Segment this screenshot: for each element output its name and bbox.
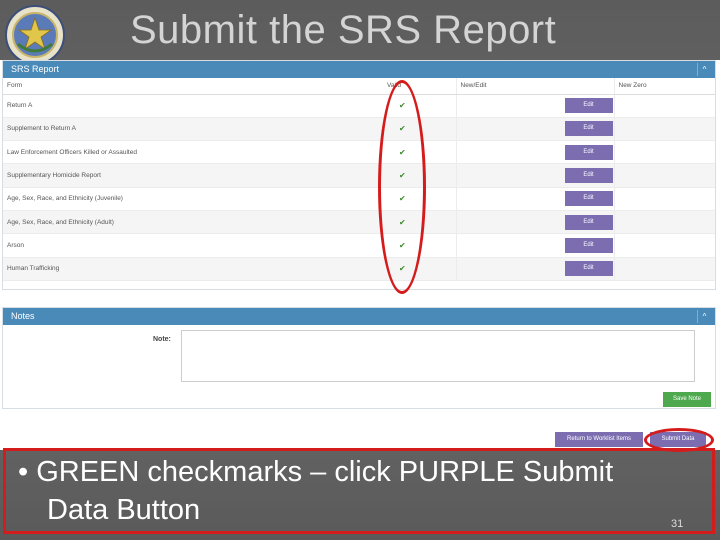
bullet-text-line-2: Data Button (47, 494, 201, 526)
column-header-new-edit: New/Edit (456, 78, 615, 95)
collapse-chevron-icon[interactable]: ^ (697, 63, 711, 76)
table-row: Law Enforcement Officers Killed or Assau… (3, 140, 715, 165)
edit-button[interactable]: Edit (564, 191, 613, 207)
edit-button[interactable]: Edit (564, 121, 613, 137)
new-zero-cell (614, 94, 715, 118)
form-name-cell: Human Trafficking (3, 257, 383, 281)
column-header-new-zero: New Zero (614, 78, 715, 95)
table-row: Supplement to Return A ✔ Edit (3, 117, 715, 142)
valid-column-highlight-oval (378, 80, 426, 294)
note-textarea[interactable] (181, 330, 695, 382)
table-row: Human Trafficking ✔ Edit (3, 257, 715, 281)
new-zero-cell (614, 140, 715, 165)
notes-panel-title: Notes (11, 311, 35, 321)
form-name-cell: Arson (3, 233, 383, 258)
bullet-text-line-1: • GREEN checkmarks – click PURPLE Submit (18, 456, 613, 489)
new-zero-cell (614, 257, 715, 281)
bullet-mark: • (18, 456, 29, 488)
form-name-cell: Supplementary Homicide Report (3, 163, 383, 188)
table-header-row: Form Valid New/Edit New Zero (3, 78, 715, 95)
srs-forms-table: Form Valid New/Edit New Zero Return A ✔ … (3, 78, 715, 281)
save-note-button[interactable]: Save Note (663, 392, 711, 407)
new-zero-cell (614, 187, 715, 211)
form-name-cell: Supplement to Return A (3, 117, 383, 142)
table-row: Age, Sex, Race, and Ethnicity (Adult) ✔ … (3, 210, 715, 235)
edit-button[interactable]: Edit (564, 168, 613, 184)
return-to-worklist-button[interactable]: Return to Worklist Items (555, 432, 643, 447)
srs-panel-title: SRS Report (11, 64, 60, 74)
edit-button[interactable]: Edit (564, 144, 613, 160)
table-row: Age, Sex, Race, and Ethnicity (Juvenile)… (3, 187, 715, 211)
form-name-cell: Return A (3, 94, 383, 118)
new-zero-cell (614, 210, 715, 235)
slide-title: Submit the SRS Report (130, 8, 557, 52)
table-row: Arson ✔ Edit (3, 233, 715, 258)
notes-panel: Notes ^ Note: Save Note (2, 307, 716, 409)
column-header-form: Form (3, 78, 383, 95)
new-zero-cell (614, 117, 715, 142)
texas-seal-logo (5, 5, 65, 65)
table-row: Supplementary Homicide Report ✔ Edit (3, 163, 715, 188)
page-number: 31 (671, 518, 684, 530)
new-zero-cell (614, 233, 715, 258)
edit-button[interactable]: Edit (564, 214, 613, 230)
note-label: Note: (153, 336, 171, 343)
edit-button[interactable]: Edit (564, 261, 613, 277)
edit-button[interactable]: Edit (564, 237, 613, 253)
app-screenshot: SRS Report ^ Form Valid New/Edit New Zer… (0, 60, 720, 450)
form-name-cell: Age, Sex, Race, and Ethnicity (Juvenile) (3, 187, 383, 211)
table-row: Return A ✔ Edit (3, 94, 715, 118)
srs-panel-header: SRS Report ^ (3, 61, 715, 78)
edit-button[interactable]: Edit (564, 98, 613, 114)
srs-report-panel: SRS Report ^ Form Valid New/Edit New Zer… (2, 60, 716, 290)
bullet-text: GREEN checkmarks – click PURPLE Submit (36, 456, 614, 488)
collapse-chevron-icon[interactable]: ^ (697, 310, 711, 323)
form-name-cell: Law Enforcement Officers Killed or Assau… (3, 140, 383, 165)
new-zero-cell (614, 163, 715, 188)
form-name-cell: Age, Sex, Race, and Ethnicity (Adult) (3, 210, 383, 235)
notes-panel-header: Notes ^ (3, 308, 715, 325)
